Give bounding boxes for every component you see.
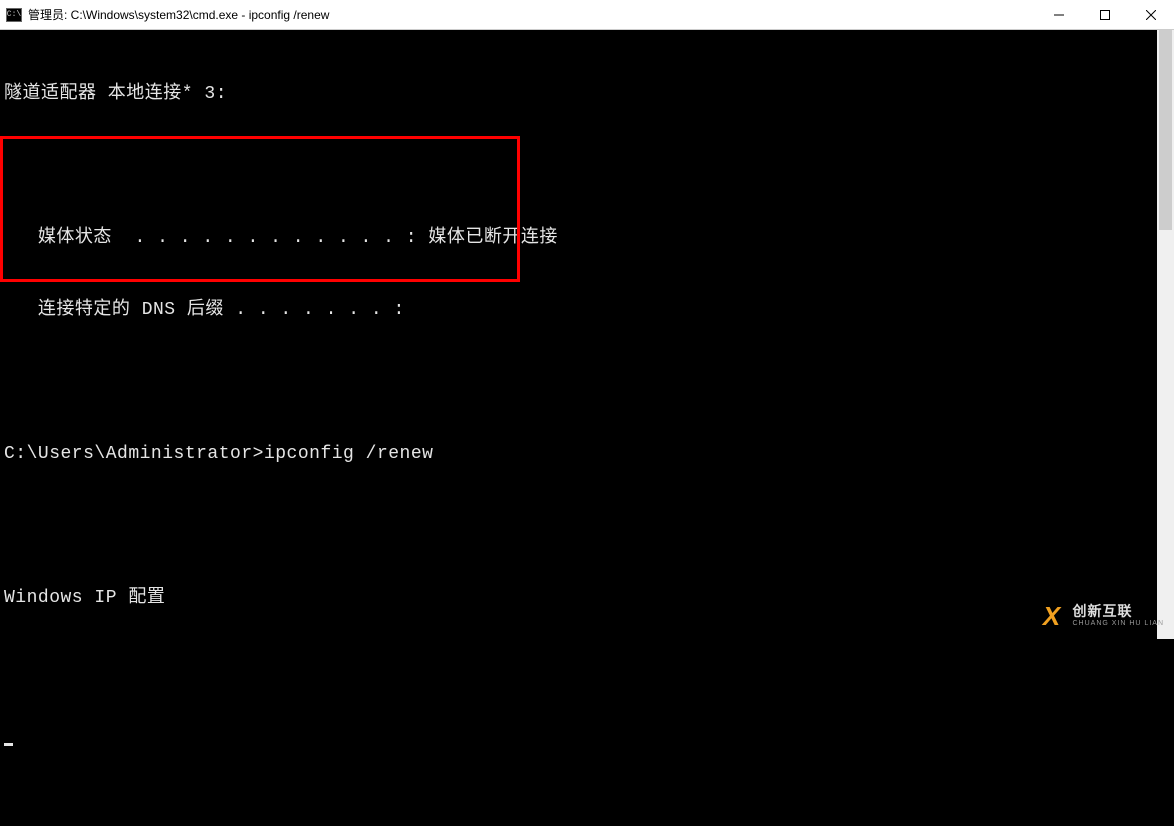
terminal-output[interactable]: 隧道适配器 本地连接* 3: 媒体状态 . . . . . . . . . . … xyxy=(0,30,1157,639)
watermark-cn: 创新互联 xyxy=(1072,604,1164,619)
minimize-button[interactable] xyxy=(1036,0,1082,29)
terminal-line: 媒体状态 . . . . . . . . . . . . : 媒体已断开连接 xyxy=(4,226,1157,250)
window-title: 管理员: C:\Windows\system32\cmd.exe - ipcon… xyxy=(28,6,329,23)
terminal-line xyxy=(4,154,1157,178)
terminal-cursor-line xyxy=(4,730,1157,754)
close-button[interactable] xyxy=(1128,0,1174,29)
maximize-button[interactable] xyxy=(1082,0,1128,29)
terminal-line xyxy=(4,514,1157,538)
titlebar-left: C:\ 管理员: C:\Windows\system32\cmd.exe - i… xyxy=(0,6,329,23)
watermark-en: CHUANG XIN HU LIAN xyxy=(1072,620,1164,628)
watermark-logo-icon: X xyxy=(1036,601,1066,631)
terminal-line: C:\Users\Administrator>ipconfig /renew xyxy=(4,442,1157,466)
watermark-text: 创新互联 CHUANG XIN HU LIAN xyxy=(1072,604,1164,627)
terminal-line: Windows IP 配置 xyxy=(4,586,1157,610)
terminal-wrap: 隧道适配器 本地连接* 3: 媒体状态 . . . . . . . . . . … xyxy=(0,30,1174,639)
titlebar-controls xyxy=(1036,0,1174,29)
cursor-icon xyxy=(4,743,13,746)
terminal-line xyxy=(4,658,1157,682)
window-titlebar: C:\ 管理员: C:\Windows\system32\cmd.exe - i… xyxy=(0,0,1174,30)
terminal-line xyxy=(4,370,1157,394)
scrollbar-thumb[interactable] xyxy=(1159,30,1172,230)
watermark: X 创新互联 CHUANG XIN HU LIAN xyxy=(1036,601,1164,631)
cmd-icon: C:\ xyxy=(6,8,22,22)
terminal-line: 连接特定的 DNS 后缀 . . . . . . . : xyxy=(4,298,1157,322)
terminal-line: 隧道适配器 本地连接* 3: xyxy=(4,82,1157,106)
vertical-scrollbar[interactable] xyxy=(1157,30,1174,639)
